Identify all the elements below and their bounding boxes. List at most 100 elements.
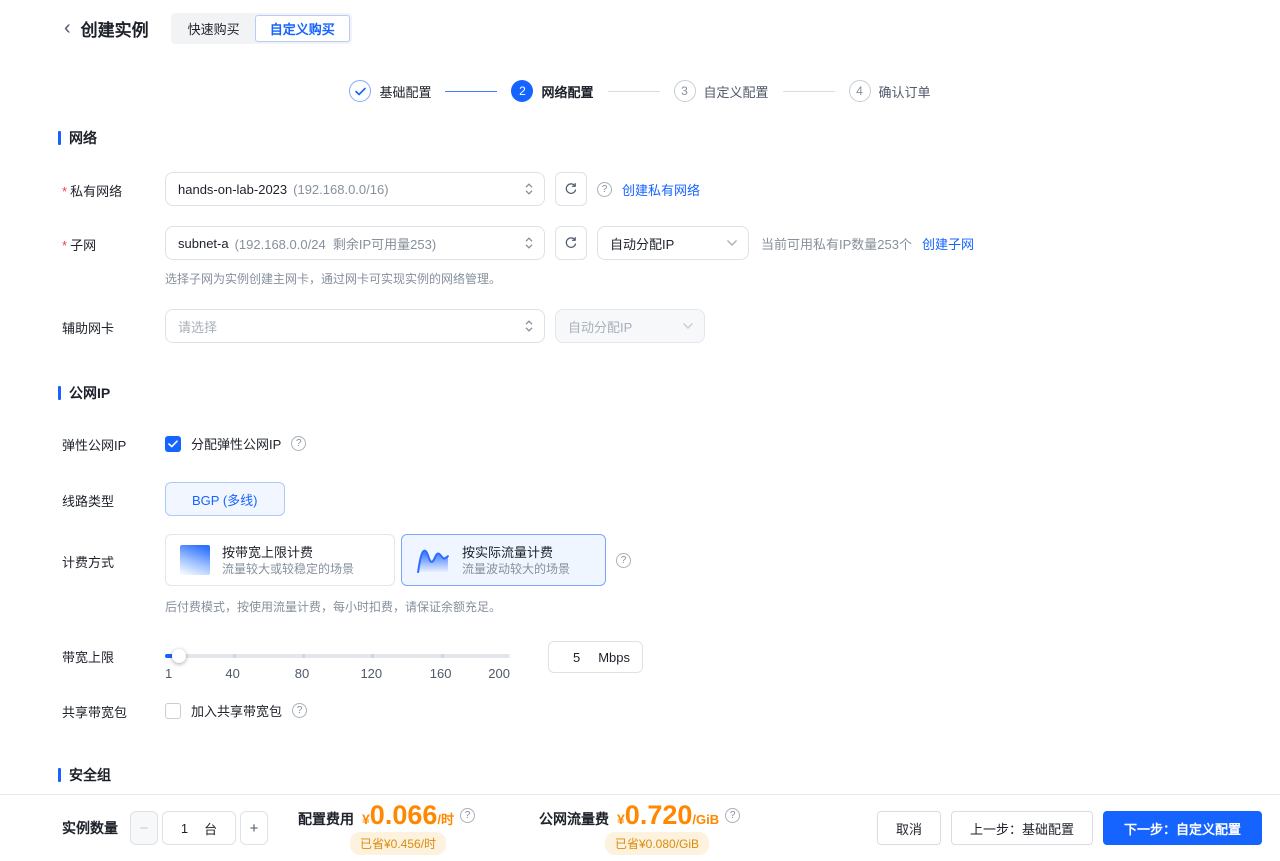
traffic-fee-saving-badge: 已省¥0.080/GiB bbox=[605, 832, 709, 855]
traffic-fee-amount: 0.720 bbox=[625, 802, 693, 829]
billing-card-traffic[interactable]: 按实际流量计费 流量波动较大的场景 bbox=[401, 534, 606, 586]
create-vpc-link[interactable]: 创建私有网络 bbox=[622, 180, 700, 199]
vpc-label-text: 私有网络 bbox=[70, 184, 122, 199]
billing-card-subtitle: 流量较大或较稳定的场景 bbox=[222, 561, 354, 577]
section-title-text: 网络 bbox=[69, 128, 97, 148]
shared-bandwidth-label-text: 共享带宽包 bbox=[62, 705, 127, 720]
available-ip-hint: 当前可用私有IP数量253个 bbox=[761, 234, 912, 253]
line-type-label: 线路类型 bbox=[62, 482, 165, 516]
quantity-value: 1 bbox=[181, 821, 188, 836]
traffic-wave-icon bbox=[416, 546, 450, 574]
instance-quantity-label: 实例数量 bbox=[62, 818, 118, 838]
ip-mode-value: 自动分配IP bbox=[610, 234, 674, 253]
line-type-label-text: 线路类型 bbox=[62, 494, 114, 509]
step-connector bbox=[608, 91, 660, 92]
purchase-mode-tabs: 快速购买 自定义购买 bbox=[171, 13, 352, 44]
eip-label-text: 弹性公网IP bbox=[62, 438, 126, 453]
quantity-input[interactable]: 1 台 bbox=[162, 811, 236, 845]
step-label: 基础配置 bbox=[379, 82, 431, 101]
prev-step-button[interactable]: 上一步：基础配置 bbox=[951, 811, 1093, 845]
subnet-select[interactable]: subnet-a (192.168.0.0/24 剩余IP可用量253) bbox=[165, 226, 545, 260]
section-title-text: 安全组 bbox=[69, 765, 111, 785]
eip-label: 弹性公网IP bbox=[62, 433, 165, 454]
step-confirm-order: 4 确认订单 bbox=[849, 80, 931, 102]
quantity-minus-button[interactable]: − bbox=[130, 811, 158, 845]
required-mark: * bbox=[62, 238, 67, 253]
config-fee-amount: 0.066 bbox=[370, 802, 438, 829]
tab-quick-purchase[interactable]: 快速购买 bbox=[173, 15, 255, 42]
subnet-ip-mode-select[interactable]: 自动分配IP bbox=[597, 226, 749, 260]
next-step-button[interactable]: 下一步：自定义配置 bbox=[1103, 811, 1262, 845]
eip-checkbox[interactable] bbox=[165, 436, 181, 452]
vpc-select-cidr: (192.168.0.0/16) bbox=[293, 182, 388, 197]
section-accent-bar bbox=[58, 131, 61, 145]
ip-mode-value: 自动分配IP bbox=[568, 317, 632, 336]
billing-method-row: 计费方式 按带宽上限计费 流量较大或较稳定的场景 bbox=[62, 534, 1280, 615]
billing-method-label-text: 计费方式 bbox=[62, 555, 114, 570]
subnet-label: *子网 bbox=[62, 226, 165, 287]
section-title-text: 公网IP bbox=[69, 383, 110, 403]
slider-handle[interactable] bbox=[172, 649, 186, 663]
step-done-check-icon bbox=[349, 80, 371, 102]
section-title-network: 网络 bbox=[58, 128, 1280, 148]
section-accent-bar bbox=[58, 768, 61, 782]
wizard-steps: 基础配置 2 网络配置 3 自定义配置 4 确认订单 bbox=[0, 78, 1280, 104]
subnet-select-value: subnet-a bbox=[178, 236, 229, 251]
subnet-label-text: 子网 bbox=[70, 238, 96, 253]
secondary-nic-select[interactable]: 请选择 bbox=[165, 309, 545, 343]
slider-tick bbox=[302, 654, 305, 658]
select-spinner-icon[interactable] bbox=[524, 181, 534, 197]
config-fee-help-icon[interactable]: ? bbox=[460, 808, 475, 823]
billing-card-subtitle: 流量波动较大的场景 bbox=[462, 561, 570, 577]
tick-label: 80 bbox=[295, 666, 309, 681]
quantity-plus-button[interactable]: + bbox=[240, 811, 268, 845]
bandwidth-slider[interactable]: 1 40 80 120 160 200 bbox=[165, 641, 510, 684]
section-title-security-group: 安全组 bbox=[58, 765, 1280, 785]
eip-checkbox-label[interactable]: 分配弹性公网IP bbox=[191, 434, 281, 453]
subnet-row: *子网 subnet-a (192.168.0.0/24 剩余IP可用量253)… bbox=[62, 226, 1280, 287]
line-type-bgp-button[interactable]: BGP (多线) bbox=[165, 482, 285, 516]
shared-bandwidth-help-icon[interactable]: ? bbox=[292, 703, 307, 718]
traffic-fee-currency: ¥ bbox=[617, 811, 625, 827]
config-fee-saving-badge: 已省¥0.456/时 bbox=[350, 832, 446, 855]
select-spinner-icon[interactable] bbox=[524, 318, 534, 334]
bandwidth-unit: Mbps bbox=[598, 650, 630, 665]
slider-tick bbox=[441, 654, 444, 658]
billing-helper-text: 后付费模式，按使用流量计费，每小时扣费，请保证余额充足。 bbox=[165, 600, 501, 614]
secondary-nic-row: 辅助网卡 请选择 自动分配IP bbox=[62, 309, 1280, 343]
select-spinner-icon[interactable] bbox=[524, 235, 534, 251]
billing-card-bandwidth[interactable]: 按带宽上限计费 流量较大或较稳定的场景 bbox=[165, 534, 395, 586]
tick-label: 1 bbox=[165, 666, 172, 681]
tab-custom-purchase[interactable]: 自定义购买 bbox=[255, 15, 350, 42]
secondary-nic-label-text: 辅助网卡 bbox=[62, 321, 114, 336]
required-mark: * bbox=[62, 184, 67, 199]
billing-help-icon[interactable]: ? bbox=[616, 553, 631, 568]
secondary-nic-placeholder: 请选择 bbox=[178, 317, 217, 336]
subnet-select-cidr: (192.168.0.0/24 剩余IP可用量253) bbox=[235, 234, 437, 253]
slider-track[interactable] bbox=[165, 654, 510, 658]
subnet-refresh-button[interactable] bbox=[555, 226, 587, 260]
vpc-select-value: hands-on-lab-2023 bbox=[178, 182, 287, 197]
eip-help-icon[interactable]: ? bbox=[291, 436, 306, 451]
vpc-select[interactable]: hands-on-lab-2023 (192.168.0.0/16) bbox=[165, 172, 545, 206]
tick-label: 120 bbox=[360, 666, 382, 681]
bandwidth-value-input[interactable]: 5 Mbps bbox=[548, 641, 643, 673]
shared-bandwidth-label: 共享带宽包 bbox=[62, 700, 165, 721]
traffic-fee-help-icon[interactable]: ? bbox=[725, 808, 740, 823]
step-connector bbox=[783, 91, 835, 92]
cancel-button[interactable]: 取消 bbox=[877, 811, 941, 845]
footer-bar: 实例数量 − 1 台 + 配置费用 ¥ 0.066 /时 ? 已省¥0.456/… bbox=[0, 794, 1280, 861]
create-subnet-link[interactable]: 创建子网 bbox=[922, 234, 974, 253]
shared-bandwidth-checkbox[interactable] bbox=[165, 703, 181, 719]
billing-card-title: 按实际流量计费 bbox=[462, 544, 570, 561]
page-title: 创建实例 bbox=[81, 16, 149, 41]
step-basic-config: 基础配置 bbox=[349, 80, 431, 102]
shared-bandwidth-checkbox-label[interactable]: 加入共享带宽包 bbox=[191, 701, 282, 720]
vpc-help-icon[interactable]: ? bbox=[597, 182, 612, 197]
back-icon[interactable]: ‹ bbox=[64, 18, 71, 38]
bandwidth-label: 带宽上限 bbox=[62, 641, 165, 684]
vpc-refresh-button[interactable] bbox=[555, 172, 587, 206]
section-title-public-ip: 公网IP bbox=[58, 383, 1280, 403]
bandwidth-value: 5 bbox=[573, 650, 580, 665]
chevron-down-icon bbox=[726, 239, 738, 247]
